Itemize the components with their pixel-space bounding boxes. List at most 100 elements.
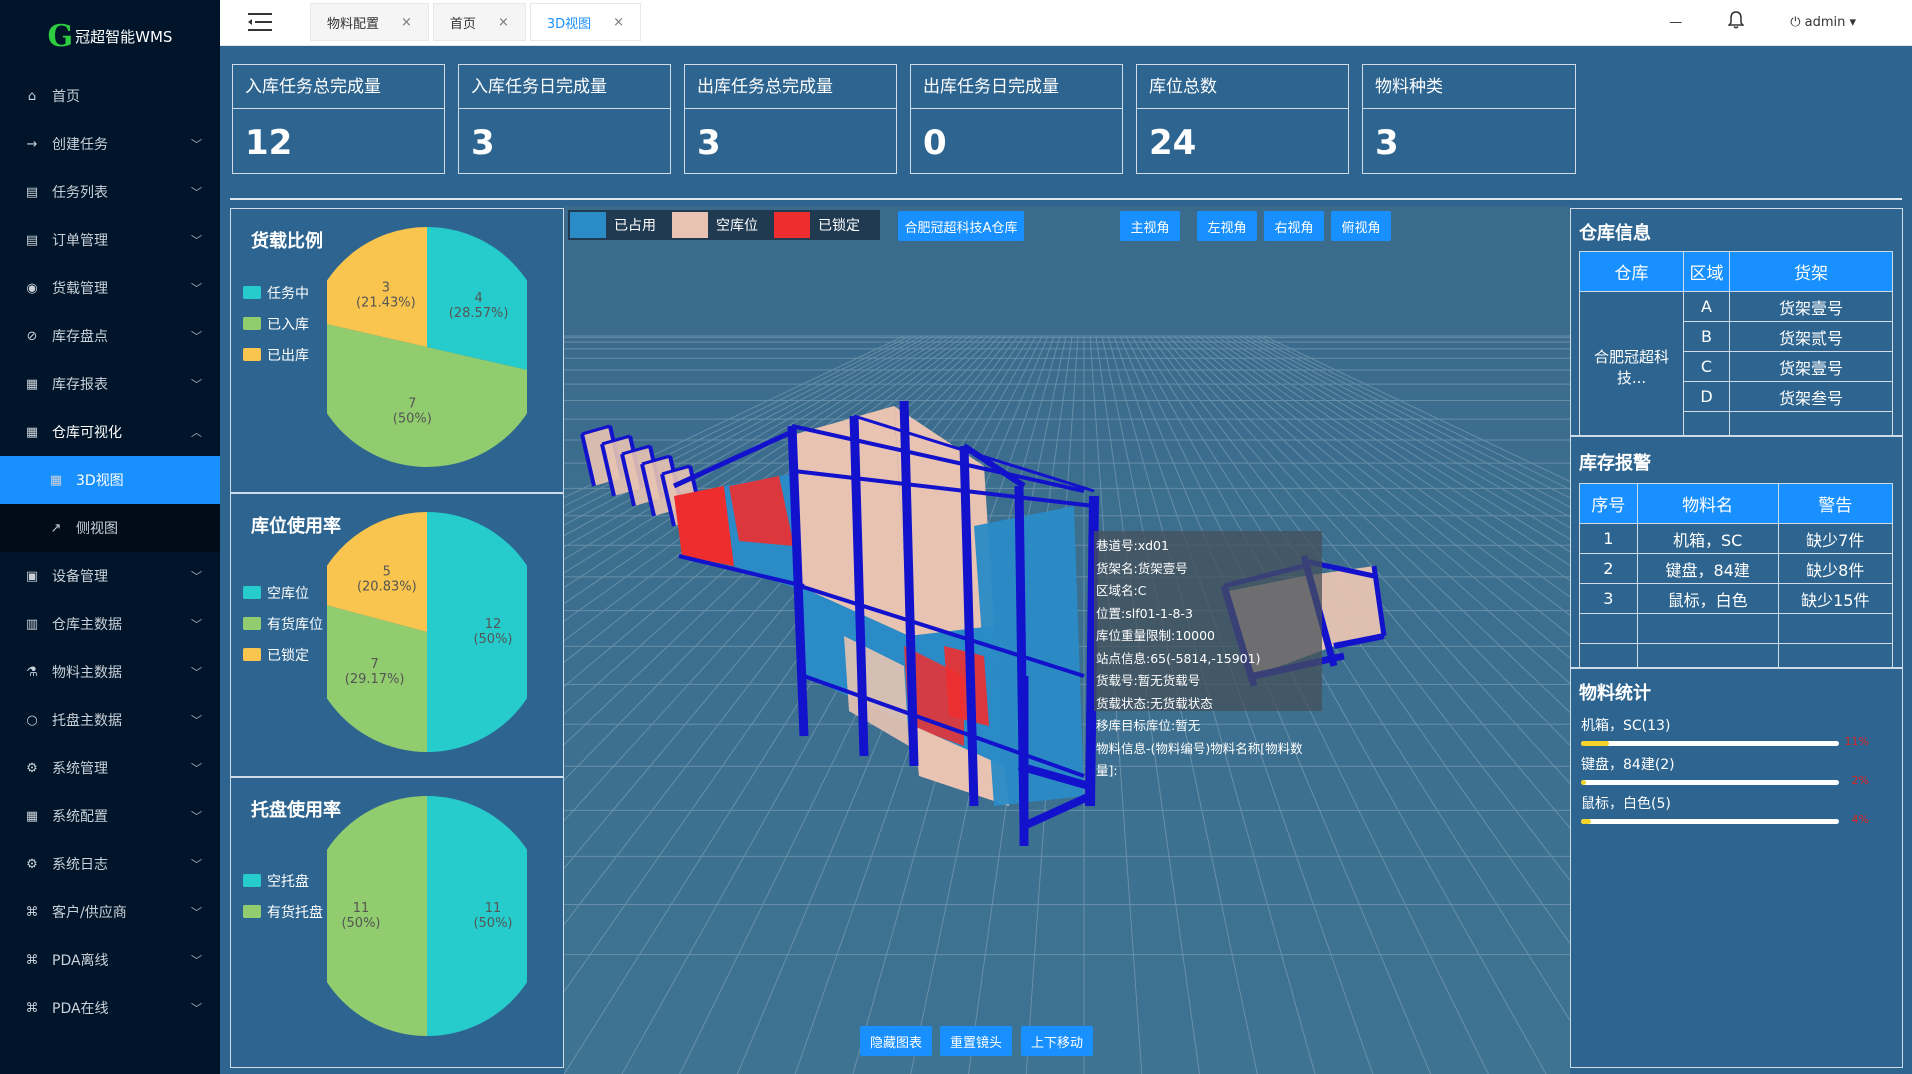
legend-item[interactable]: 已出库 xyxy=(243,339,309,370)
sidebar-item-0[interactable]: ▣ 设备管理 ﹀ xyxy=(0,552,220,600)
material-stat-row: 鼠标，白色(5) 4% xyxy=(1581,793,1869,826)
legend-swatch xyxy=(243,905,261,918)
legend-item[interactable]: 已锁定 xyxy=(243,639,323,670)
legend-swatch xyxy=(243,648,261,661)
legend-item[interactable]: 空库位 xyxy=(243,577,323,608)
legend-item[interactable]: 已入库 xyxy=(243,308,309,339)
material-stat-row: 机箱，SC(13) 11% xyxy=(1581,715,1869,748)
tooltip-line: 位置:slf01-1-8-3 xyxy=(1096,605,1193,621)
legend-item[interactable]: 有货托盘 xyxy=(243,896,323,927)
chevron-icon: ︿ xyxy=(191,426,202,439)
app-root: G 冠超智能WMS ⌂ 首页 → 创建任务 ﹀ ▤ 任务列表 ﹀ ▤ 订单管理 ﹀ ◉ 货载管理 ﹀ ⊘ 库存… xyxy=(0,0,1912,1074)
legend-item[interactable]: 空托盘 xyxy=(243,865,323,896)
sidebar-item-label: 客户/供应商 xyxy=(52,905,127,921)
circle-icon: ○ xyxy=(26,712,38,728)
alert-cell: 键盘，84建 xyxy=(1636,553,1779,584)
legend-label: 已出库 xyxy=(267,347,309,364)
slice-percent-label: (50%) xyxy=(393,411,432,426)
sidebar-item-label: 托盘主数据 xyxy=(52,713,122,729)
alert-cell: 缺少15件 xyxy=(1777,583,1894,614)
tab-0[interactable]: 物料配置 × xyxy=(310,3,429,41)
sidebar-item-5[interactable]: ▦ 系统配置 ﹀ xyxy=(0,792,220,840)
stat-label: 库位总数 xyxy=(1137,65,1348,109)
camera-button-3[interactable]: 俯视角 xyxy=(1331,211,1391,241)
sidebar-item-7[interactable]: ⌘ 客户/供应商 ﹀ xyxy=(0,888,220,936)
sidebar-item-4[interactable]: ◉ 货载管理 ﹀ xyxy=(0,264,220,312)
table-row[interactable]: 2 键盘，84建 缺少8件 xyxy=(1579,553,1894,584)
sidebar-item-2[interactable]: ▤ 任务列表 ﹀ xyxy=(0,168,220,216)
material-stat-label: 鼠标，白色(5) xyxy=(1581,796,1671,812)
tooltip-line: 物料信息-(物料编号)物料名称[物料数量]: xyxy=(1096,740,1303,779)
stock-alert-table: 序号 物料名 警告 1 机箱，SC 缺少7件 2 键盘，84建 缺少8件 3 鼠标，白色 缺少15件 xyxy=(1579,483,1894,674)
sidebar-item-2[interactable]: ⚗ 物料主数据 ﹀ xyxy=(0,648,220,696)
camera-button-1[interactable]: 左视角 xyxy=(1197,211,1257,241)
user-menu[interactable]: ⏻ admin ▾ xyxy=(1790,15,1856,30)
shelf-cell: 货架贰号 xyxy=(1729,321,1893,352)
material-stat-label: 键盘，84建(2) xyxy=(1581,757,1675,773)
storage-bin[interactable] xyxy=(674,486,734,566)
warehouse-select-button[interactable]: 合肥冠超科技A仓库 xyxy=(898,211,1024,241)
legend-label: 已入库 xyxy=(267,316,309,333)
database-icon: ◉ xyxy=(26,280,38,296)
stat-card: 入库任务日完成量 3 xyxy=(458,64,671,174)
tab-2[interactable]: 3D视图 × xyxy=(529,3,642,41)
view-bottom-button-0[interactable]: 隐藏图表 xyxy=(860,1026,932,1056)
alert-cell: 2 xyxy=(1579,553,1638,584)
view-bottom-button-2[interactable]: 上下移动 xyxy=(1021,1026,1093,1056)
shelf-cell: 货架壹号 xyxy=(1729,351,1893,382)
alert-cell: 1 xyxy=(1579,523,1638,554)
warehouse-3d-view[interactable]: 已占用 空库位 已锁定 合肥冠超科技A仓库 巷道号:xd01 货架名:货架壹号 区域… xyxy=(564,206,1570,1074)
empty-cell xyxy=(1636,613,1779,644)
sidebar-item-8[interactable]: ⌘ PDA离线 ﹀ xyxy=(0,936,220,984)
pda-offline-icon: ⌘ xyxy=(25,952,39,968)
close-icon[interactable]: × xyxy=(613,15,624,30)
table-header: 货架 xyxy=(1729,251,1893,292)
sidebar-item-9[interactable]: ⌘ PDA在线 ﹀ xyxy=(0,984,220,1032)
table-row[interactable]: 合肥冠超科技... A 货架壹号 xyxy=(1579,291,1893,442)
sidebar-item-1[interactable]: → 创建任务 ﹀ xyxy=(0,120,220,168)
bell-icon[interactable] xyxy=(1727,11,1745,33)
alert-cell: 缺少7件 xyxy=(1777,523,1894,554)
sidebar-item-5[interactable]: ⊘ 库存盘点 ﹀ xyxy=(0,312,220,360)
sidebar-item-label: 仓库可视化 xyxy=(52,425,122,441)
view-bottom-button-1[interactable]: 重置镜头 xyxy=(940,1026,1012,1056)
legend-swatch xyxy=(243,317,261,330)
sidebar-item-6[interactable]: ▦ 库存报表 ﹀ xyxy=(0,360,220,408)
sidebar-item-6[interactable]: ⚙ 系统日志 ﹀ xyxy=(0,840,220,888)
legend-label: 有货托盘 xyxy=(267,904,323,921)
sidebar-item-3[interactable]: ▤ 订单管理 ﹀ xyxy=(0,216,220,264)
tab-1[interactable]: 首页 × xyxy=(432,3,526,41)
close-icon[interactable]: × xyxy=(498,15,509,30)
sidebar-item-1[interactable]: ↗ 侧视图 xyxy=(0,504,220,552)
tooltip-line: 货载状态:无货载状态 xyxy=(1096,695,1213,711)
menu-toggle-icon[interactable] xyxy=(248,12,272,32)
sidebar-item-label: 货载管理 xyxy=(52,281,108,297)
sidebar-item-1[interactable]: ▥ 仓库主数据 ﹀ xyxy=(0,600,220,648)
minimize-icon[interactable]: — xyxy=(1669,15,1682,30)
sidebar-item-4[interactable]: ⚙ 系统管理 ﹀ xyxy=(0,744,220,792)
table-row[interactable]: 1 机箱，SC 缺少7件 xyxy=(1579,523,1894,554)
customer-icon: ⌘ xyxy=(25,904,39,920)
legend-item[interactable]: 任务中 xyxy=(243,277,309,308)
home-icon: ⌂ xyxy=(27,88,37,104)
sidebar-item-0[interactable]: ▦ 3D视图 xyxy=(0,456,220,504)
alert-cell: 机箱，SC xyxy=(1636,523,1779,554)
sidebar-item-0[interactable]: ⌂ 首页 xyxy=(0,72,220,120)
camera-button-2[interactable]: 右视角 xyxy=(1264,211,1324,241)
chevron-icon: ﹀ xyxy=(191,1002,202,1015)
legend-item[interactable]: 有货库位 xyxy=(243,608,323,639)
camera-button-0[interactable]: 主视角 xyxy=(1120,211,1180,241)
warehouse-name-cell: 合肥冠超科技... xyxy=(1579,291,1684,442)
app-logo[interactable]: G 冠超智能WMS xyxy=(0,0,220,72)
apps-icon: ▦ xyxy=(25,808,39,824)
stat-card: 出库任务总完成量 3 xyxy=(684,64,897,174)
legend-swatch xyxy=(243,286,261,299)
chevron-icon: ﹀ xyxy=(191,618,202,631)
table-row[interactable]: 3 鼠标，白色 缺少15件 xyxy=(1579,583,1894,614)
sidebar-item-7[interactable]: ▦ 仓库可视化 ︿ xyxy=(0,408,220,456)
pie-panel-load-ratio: 货载比例 任务中 已入库 已出库 4 (28.57%) 7 (50%) 3 (21.43%) xyxy=(230,208,564,493)
close-icon[interactable]: × xyxy=(401,15,412,30)
tab-label: 3D视图 xyxy=(546,16,592,32)
sidebar-item-3[interactable]: ○ 托盘主数据 ﹀ xyxy=(0,696,220,744)
stat-label: 出库任务日完成量 xyxy=(911,65,1122,109)
